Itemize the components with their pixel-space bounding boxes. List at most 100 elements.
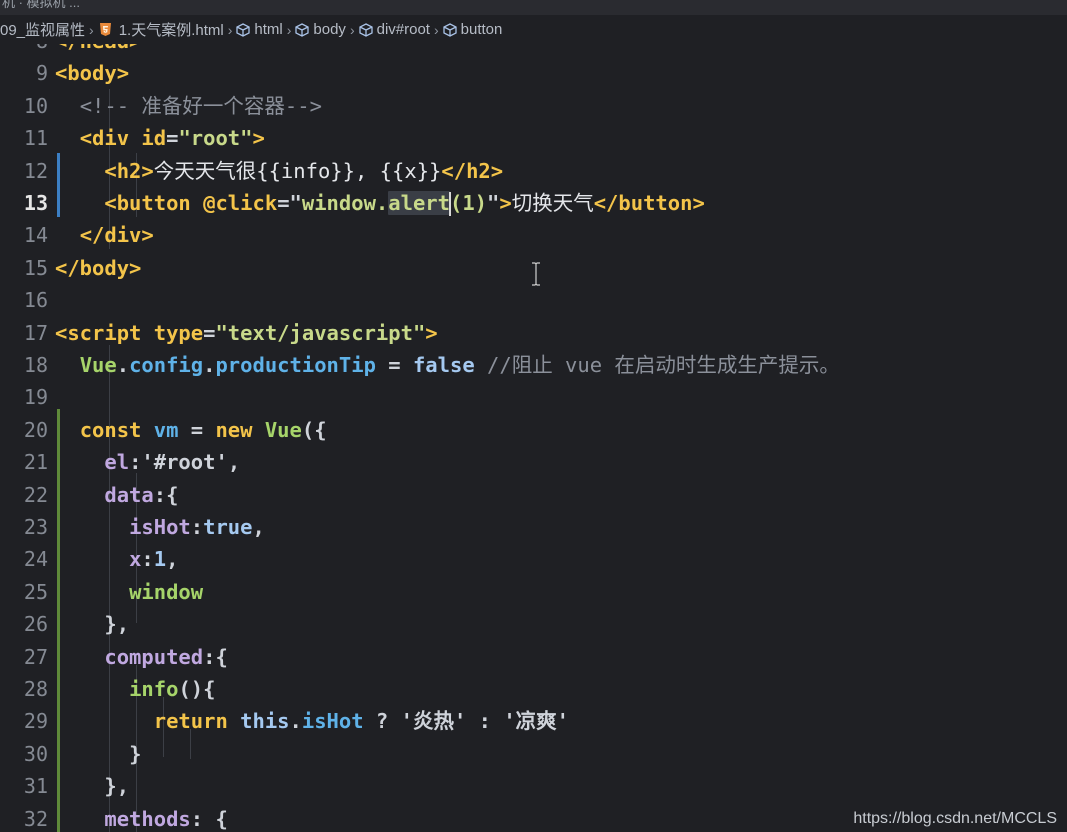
code-token: " bbox=[487, 191, 500, 215]
code-line[interactable]: 20 const vm = new Vue({ bbox=[0, 414, 1067, 446]
code-line[interactable]: 22 data:{ bbox=[0, 479, 1067, 511]
code-token: <body> bbox=[55, 61, 130, 86]
html5-file-icon bbox=[99, 23, 111, 36]
code-token: =" bbox=[277, 191, 302, 215]
code-token: . bbox=[203, 353, 216, 377]
chevron-right-icon: › bbox=[349, 21, 355, 38]
line-number: 19 bbox=[23, 385, 48, 410]
breadcrumb-file-label: 1.天气案例.html bbox=[118, 22, 224, 39]
code-text[interactable]: isHot:true, bbox=[55, 511, 265, 543]
code-text[interactable]: }, bbox=[55, 608, 129, 640]
breadcrumb: 09_监视属性 › 1.天气案例.html › html › body › di… bbox=[0, 15, 1067, 44]
code-token: computed bbox=[104, 644, 204, 669]
code-text[interactable]: computed:{ bbox=[55, 641, 227, 673]
code-text[interactable]: } bbox=[55, 738, 141, 770]
code-line[interactable]: 16 bbox=[0, 284, 1067, 316]
code-token: } bbox=[129, 741, 142, 766]
code-line[interactable]: 29 return this.isHot ? '炎热' : '凉爽' bbox=[0, 705, 1067, 737]
code-line[interactable]: 13 <button @click="window.alert(1)">切换天气… bbox=[0, 187, 1067, 219]
breadcrumb-folder[interactable]: 09_监视属性 bbox=[0, 19, 85, 40]
code-token: }, bbox=[104, 774, 130, 799]
code-token: this bbox=[240, 709, 290, 734]
code-text[interactable]: methods: { bbox=[55, 803, 227, 832]
breadcrumb-html-label: html bbox=[254, 21, 283, 38]
code-line[interactable]: 12 <h2>今天天气很{{info}}, {{x}}</h2> bbox=[0, 155, 1067, 187]
code-token: isHot bbox=[301, 709, 364, 734]
code-line[interactable]: 14 </div> bbox=[0, 219, 1067, 251]
code-text[interactable]: <button @click="window.alert(1)">切换天气</b… bbox=[55, 187, 705, 219]
code-line[interactable]: 31 }, bbox=[0, 770, 1067, 802]
code-token: '炎热' bbox=[400, 709, 467, 734]
code-line[interactable]: 18 Vue.config.productionTip = false //阻止… bbox=[0, 349, 1067, 381]
code-line[interactable]: 24 x:1, bbox=[0, 543, 1067, 575]
code-text[interactable]: Vue.config.productionTip = false //阻止 vu… bbox=[55, 349, 840, 381]
code-token: true bbox=[203, 515, 253, 539]
code-text[interactable]: const vm = new Vue({ bbox=[55, 414, 327, 446]
code-text[interactable]: info(){ bbox=[55, 673, 215, 705]
symbol-cube-icon bbox=[295, 22, 310, 37]
breadcrumb-file[interactable]: 1.天气案例.html bbox=[98, 19, 224, 40]
code-token: config bbox=[129, 353, 204, 377]
code-text[interactable]: <!-- 准备好一个容器--> bbox=[55, 90, 322, 122]
code-token: "root" bbox=[178, 126, 253, 151]
code-text[interactable]: data:{ bbox=[55, 479, 178, 511]
code-token: 切换天气 bbox=[511, 191, 594, 215]
code-line[interactable]: 23 isHot:true, bbox=[0, 511, 1067, 543]
tab-strip[interactable]: 机 · 模拟机 ... bbox=[0, 0, 1067, 15]
code-token: "text/javascript" bbox=[215, 320, 426, 345]
breadcrumb-folder-label: 09_监视属性 bbox=[0, 22, 86, 39]
code-text[interactable]: </body> bbox=[55, 252, 141, 284]
breadcrumb-div-root[interactable]: div#root bbox=[358, 21, 430, 38]
code-token: <!-- 准备好一个容器--> bbox=[79, 93, 322, 118]
code-text[interactable]: </div> bbox=[55, 219, 154, 251]
code-text[interactable]: }, bbox=[55, 770, 129, 802]
code-text[interactable]: <div id="root"> bbox=[55, 122, 265, 154]
code-token: . bbox=[116, 353, 130, 377]
code-text[interactable]: window bbox=[55, 576, 203, 608]
code-token: x bbox=[129, 547, 142, 572]
code-token: : bbox=[141, 547, 154, 572]
code-editor[interactable]: 8</head>9<body>10 <!-- 准备好一个容器-->11 <div… bbox=[0, 0, 1067, 832]
code-text[interactable]: <h2>今天天气很{{info}}, {{x}}</h2> bbox=[55, 155, 503, 187]
code-line[interactable]: 30 } bbox=[0, 738, 1067, 770]
line-number: 20 bbox=[23, 417, 48, 442]
line-number: 32 bbox=[23, 806, 48, 831]
code-text[interactable]: <body> bbox=[55, 57, 129, 89]
code-line[interactable]: 11 <div id="root"> bbox=[0, 122, 1067, 154]
tab-label[interactable]: 机 · 模拟机 ... bbox=[2, 0, 80, 11]
code-line[interactable]: 19 bbox=[0, 381, 1067, 413]
code-token: 1 bbox=[153, 547, 167, 572]
code-line[interactable]: 25 window bbox=[0, 576, 1067, 608]
code-text[interactable]: el:'#root', bbox=[55, 446, 240, 478]
code-text[interactable]: x:1, bbox=[55, 543, 178, 575]
code-token: window bbox=[129, 579, 204, 604]
chevron-right-icon: › bbox=[89, 21, 94, 38]
code-token: </button> bbox=[593, 191, 705, 215]
code-line[interactable]: 28 info(){ bbox=[0, 673, 1067, 705]
breadcrumb-body[interactable]: body bbox=[295, 21, 346, 38]
code-token: > bbox=[252, 126, 265, 151]
code-token: Vue bbox=[264, 417, 302, 442]
code-text[interactable]: <script type="text/javascript"> bbox=[55, 317, 438, 349]
code-line[interactable]: 10 <!-- 准备好一个容器--> bbox=[0, 90, 1067, 122]
breadcrumb-html[interactable]: html bbox=[236, 21, 283, 38]
watermark: https://blog.csdn.net/MCCLS bbox=[853, 810, 1057, 827]
code-token: '#root' bbox=[141, 450, 228, 475]
breadcrumb-button[interactable]: button bbox=[443, 21, 502, 38]
code-token: data bbox=[104, 482, 154, 507]
line-number: 11 bbox=[23, 126, 48, 151]
code-line[interactable]: 21 el:'#root', bbox=[0, 446, 1067, 478]
code-line[interactable]: 26 }, bbox=[0, 608, 1067, 640]
code-text[interactable]: return this.isHot ? '炎热' : '凉爽' bbox=[55, 705, 569, 737]
code-line[interactable]: 17 <script type="text/javascript"> bbox=[0, 317, 1067, 349]
code-line[interactable]: 9 <body> bbox=[0, 57, 1067, 89]
code-line[interactable]: 27 computed:{ bbox=[0, 641, 1067, 673]
code-token: new bbox=[215, 417, 265, 442]
